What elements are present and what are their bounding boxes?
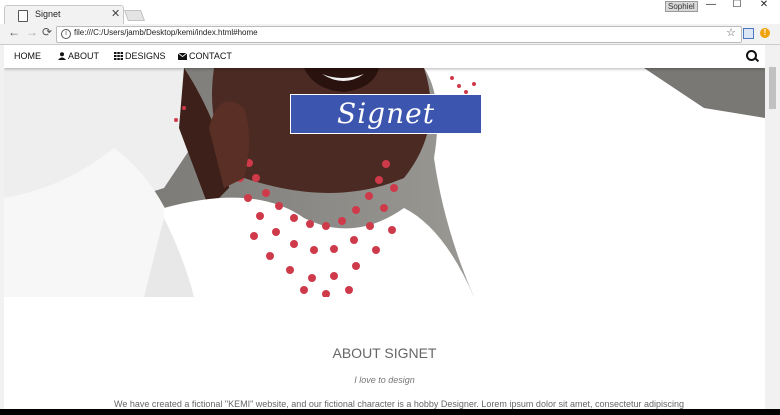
profile-button[interactable]: Sophiel [665,1,698,12]
about-subtitle: I love to design [354,375,415,385]
grid-icon [114,52,123,60]
nav-contact-label: CONTACT [189,51,232,61]
page-icon [18,10,28,22]
page-viewport: HOME ABOUT DESIGNS CONTACT Signet ABOUT … [4,45,765,409]
nav-home[interactable]: HOME [14,51,41,61]
about-section: ABOUT SIGNET I love to design We have cr… [4,297,765,409]
maximize-button[interactable]: ☐ [724,0,750,12]
nav-home-label: HOME [14,51,41,61]
bookmark-star-icon[interactable]: ☆ [726,26,736,39]
about-body-text: We have created a fictional "KEMI" websi… [114,399,685,409]
alert-extension-icon[interactable]: ! [760,28,770,38]
address-bar[interactable]: i file:///C:/Users/jamb/Desktop/kemi/ind… [56,26,742,43]
browser-window: Signet ✕ Sophiel — ☐ ✕ ← → ⟳ i file:///C… [0,0,780,415]
extension-icon[interactable] [743,28,754,39]
user-icon [58,52,66,60]
minimize-button[interactable]: — [698,0,724,12]
nav-designs[interactable]: DESIGNS [114,51,166,61]
about-title: ABOUT SIGNET [332,345,437,361]
browser-tab[interactable]: Signet ✕ [4,5,124,25]
logo-text: Signet [337,97,435,130]
forward-button[interactable]: → [26,25,38,39]
address-toolbar: ← → ⟳ i file:///C:/Users/jamb/Desktop/ke… [0,24,780,45]
nav-about-label: ABOUT [68,51,100,61]
hero-banner: Signet [4,68,765,297]
nav-contact[interactable]: CONTACT [178,51,232,61]
close-window-button[interactable]: ✕ [751,0,777,12]
url-text: file:///C:/Users/jamb/Desktop/kemi/index… [74,28,258,37]
back-button[interactable]: ← [8,25,20,39]
new-tab-button[interactable] [123,10,146,21]
nav-designs-label: DESIGNS [125,51,166,61]
scrollbar-thumb[interactable] [769,67,776,109]
site-navbar: HOME ABOUT DESIGNS CONTACT [4,45,765,68]
tab-title: Signet [35,9,61,19]
reload-button[interactable]: ⟳ [42,25,52,39]
site-logo[interactable]: Signet [290,94,482,134]
info-icon[interactable]: i [61,29,71,39]
tab-close-icon[interactable]: ✕ [111,7,120,20]
nav-about[interactable]: ABOUT [58,51,99,61]
taskbar-edge [0,409,780,415]
search-icon[interactable] [746,50,757,61]
tab-strip: Signet ✕ Sophiel — ☐ ✕ [0,0,780,25]
page-scrollbar[interactable] [765,45,780,409]
envelope-icon [178,52,187,60]
